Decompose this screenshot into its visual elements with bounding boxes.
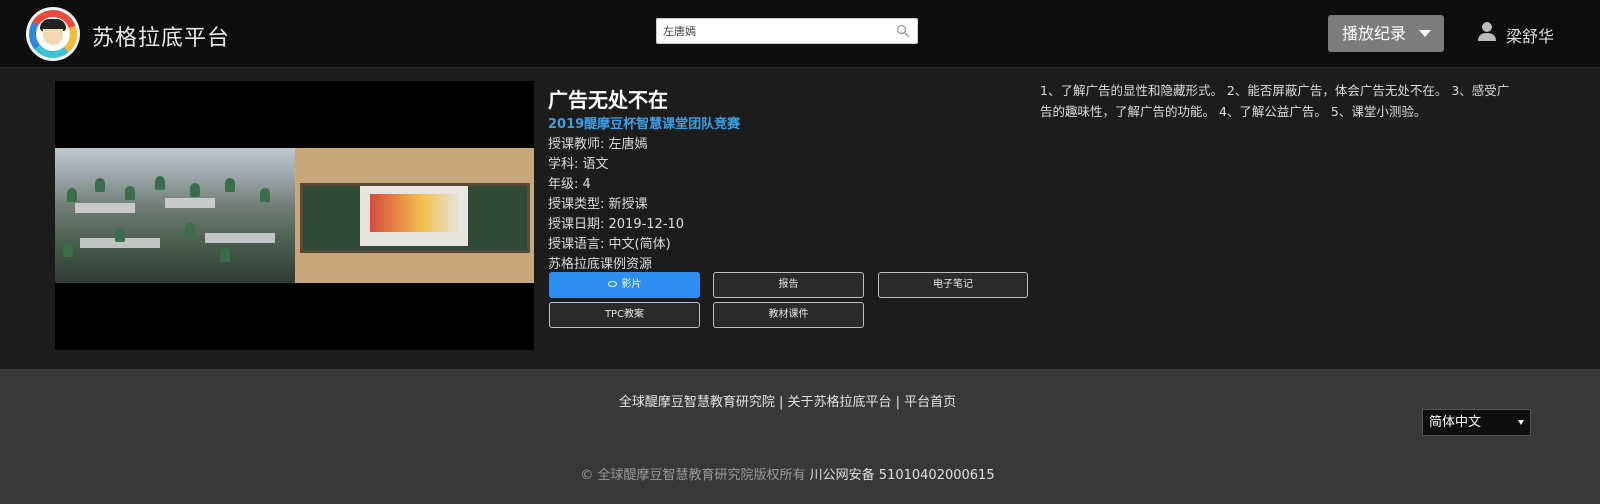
report-button-label: 报告	[778, 279, 799, 290]
teacher-info: 授课教师: 左唐嫣	[548, 137, 648, 152]
materials-button[interactable]: 教材课件	[713, 302, 864, 328]
slide-image	[370, 194, 458, 232]
platform-logo[interactable]	[26, 7, 80, 61]
copyright-text: © 全球醍摩豆智慧教育研究院版权所有 川公网安备 51010402000615	[0, 464, 1575, 483]
materials-button-label: 教材课件	[768, 309, 809, 320]
projector-screen	[360, 186, 468, 246]
student	[225, 178, 235, 192]
classroom-students-view	[55, 148, 295, 283]
lesson-description: 1、了解广告的显性和隐藏形式。 2、能否屏蔽广告，体会广告无处不在。 3、感受广…	[1040, 83, 1510, 119]
play-history-dropdown-button[interactable]: 播放纪录	[1328, 15, 1444, 52]
page-footer: 全球醍摩豆智慧教育研究院 | 关于苏格拉底平台 | 平台首页 简体中文 © 全球…	[0, 369, 1600, 504]
user-name: 梁舒华	[1506, 27, 1555, 46]
competition-link[interactable]: 2019醍摩豆杯智慧课堂团队竞赛	[548, 113, 740, 132]
footer-separator: |	[774, 395, 788, 410]
language-select[interactable]: 简体中文	[1422, 409, 1531, 436]
video-thumbnail	[55, 148, 534, 283]
search-icon[interactable]	[896, 24, 910, 38]
report-button[interactable]: 报告	[713, 272, 864, 298]
student	[63, 243, 73, 257]
brand-name[interactable]: 苏格拉底平台	[92, 20, 230, 52]
desk	[165, 198, 215, 208]
top-navbar: 苏格拉底平台 播放纪录 梁舒华	[0, 0, 1600, 68]
icp-record-link[interactable]: 川公网安备 51010402000615	[810, 468, 995, 483]
tpc-button-label: TPC教案	[604, 309, 645, 320]
e-notes-button[interactable]: 电子笔记	[878, 272, 1028, 298]
e-notes-button-label: 电子笔记	[933, 279, 973, 290]
resource-source: 苏格拉底课例资源	[548, 257, 653, 272]
lesson-type-info: 授课类型: 新授课	[548, 197, 648, 212]
lesson-title: 广告无处不在	[548, 88, 668, 112]
eye-icon	[607, 281, 617, 287]
play-history-label: 播放纪录	[1342, 24, 1407, 43]
student	[155, 176, 165, 190]
caret-down-icon	[1419, 30, 1431, 37]
search-input[interactable]	[657, 19, 893, 43]
student	[95, 178, 105, 192]
search-box	[656, 18, 918, 44]
video-button-label: 影片	[621, 279, 642, 290]
lesson-language-info: 授课语言: 中文(简体)	[548, 237, 671, 252]
lesson-detail-section: 广告无处不在 2019醍摩豆杯智慧课堂团队竞赛 授课教师: 左唐嫣 学科: 语文…	[0, 68, 1600, 369]
tpc-lesson-plan-button[interactable]: TPC教案	[549, 302, 700, 328]
language-select-value: 简体中文	[1429, 415, 1482, 430]
student	[190, 183, 200, 197]
dropdown-arrow-icon	[1518, 420, 1524, 425]
student	[260, 188, 270, 202]
user-icon	[1478, 22, 1496, 41]
student	[185, 223, 195, 237]
student	[115, 228, 125, 242]
footer-links: 全球醍摩豆智慧教育研究院 | 关于苏格拉底平台 | 平台首页	[0, 391, 1575, 410]
copyright-owner: © 全球醍摩豆智慧教育研究院版权所有	[580, 468, 806, 483]
footer-separator: |	[891, 395, 905, 410]
lesson-date-info: 授课日期: 2019-12-10	[548, 217, 685, 232]
footer-link-about[interactable]: 关于苏格拉底平台	[787, 395, 891, 410]
subject-info: 学科: 语文	[548, 157, 609, 172]
student	[220, 248, 230, 262]
footer-link-home[interactable]: 平台首页	[904, 395, 956, 410]
student	[67, 188, 77, 202]
student	[125, 186, 135, 200]
desk	[205, 233, 275, 243]
footer-link-institute[interactable]: 全球醍摩豆智慧教育研究院	[619, 395, 775, 410]
grade-info: 年级: 4	[548, 177, 591, 192]
desk	[75, 203, 135, 213]
video-player[interactable]	[55, 81, 534, 350]
video-button[interactable]: 影片	[549, 272, 700, 298]
